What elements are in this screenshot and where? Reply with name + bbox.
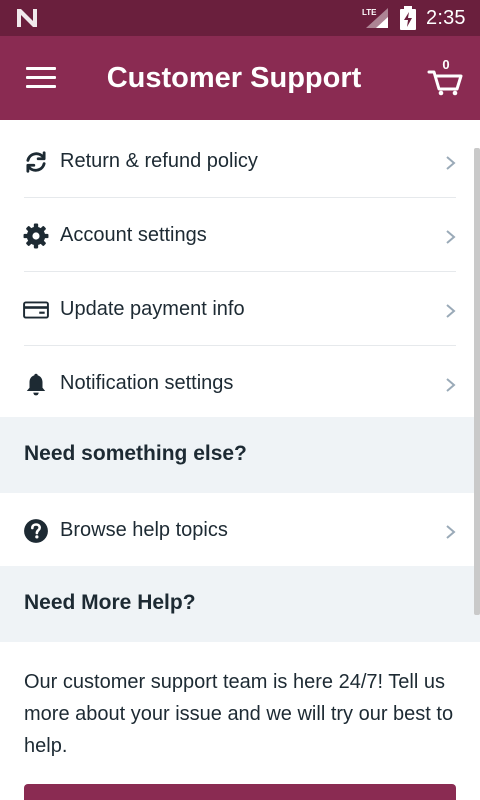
menu-item-label: Account settings <box>60 224 207 246</box>
menu-item-label: Return & refund policy <box>60 150 258 172</box>
menu-item-update-payment[interactable]: Update payment info <box>0 272 480 346</box>
cart-count-badge: 0 <box>442 57 450 72</box>
scrollbar[interactable] <box>474 148 480 615</box>
contact-support-button[interactable] <box>24 784 456 800</box>
lte-signal-icon: LTE <box>362 8 388 28</box>
menu-item-label: Update payment info <box>60 298 245 320</box>
menu-item-notification-settings[interactable]: Notification settings <box>0 346 480 420</box>
menu-item-browse-help[interactable]: Browse help topics <box>0 493 480 567</box>
section-title: Need More Help? <box>24 591 196 614</box>
page-title: Customer Support <box>106 62 362 94</box>
notification-n-icon <box>17 9 37 27</box>
chevron-right-icon <box>446 378 456 392</box>
credit-card-icon <box>23 301 49 319</box>
battery-charging-icon <box>400 6 416 30</box>
chevron-right-icon <box>446 230 456 244</box>
chevron-right-icon <box>446 156 456 170</box>
question-circle-icon <box>24 519 48 543</box>
gear-icon <box>23 223 49 249</box>
svg-text:LTE: LTE <box>362 8 377 17</box>
chevron-right-icon <box>446 525 456 539</box>
status-bar: LTE 2:35 <box>0 0 480 36</box>
help-description: Our customer support team is here 24/7! … <box>24 671 454 757</box>
bell-icon <box>26 373 46 396</box>
menu-item-account-settings[interactable]: Account settings <box>0 198 480 272</box>
menu-item-return-refund[interactable]: Return & refund policy <box>0 124 480 198</box>
clock: 2:35 <box>426 7 466 29</box>
section-title: Need something else? <box>24 442 247 465</box>
app-bar: Customer Support 0 <box>0 36 480 120</box>
menu-item-label: Browse help topics <box>60 519 228 541</box>
section-header-more-help: Need More Help? <box>0 566 480 642</box>
chevron-right-icon <box>446 304 456 318</box>
refresh-icon <box>26 151 46 173</box>
section-header-something-else: Need something else? <box>0 417 480 493</box>
main-content: Return & refund policy Account settings … <box>0 120 480 800</box>
menu-item-label: Notification settings <box>60 372 234 394</box>
